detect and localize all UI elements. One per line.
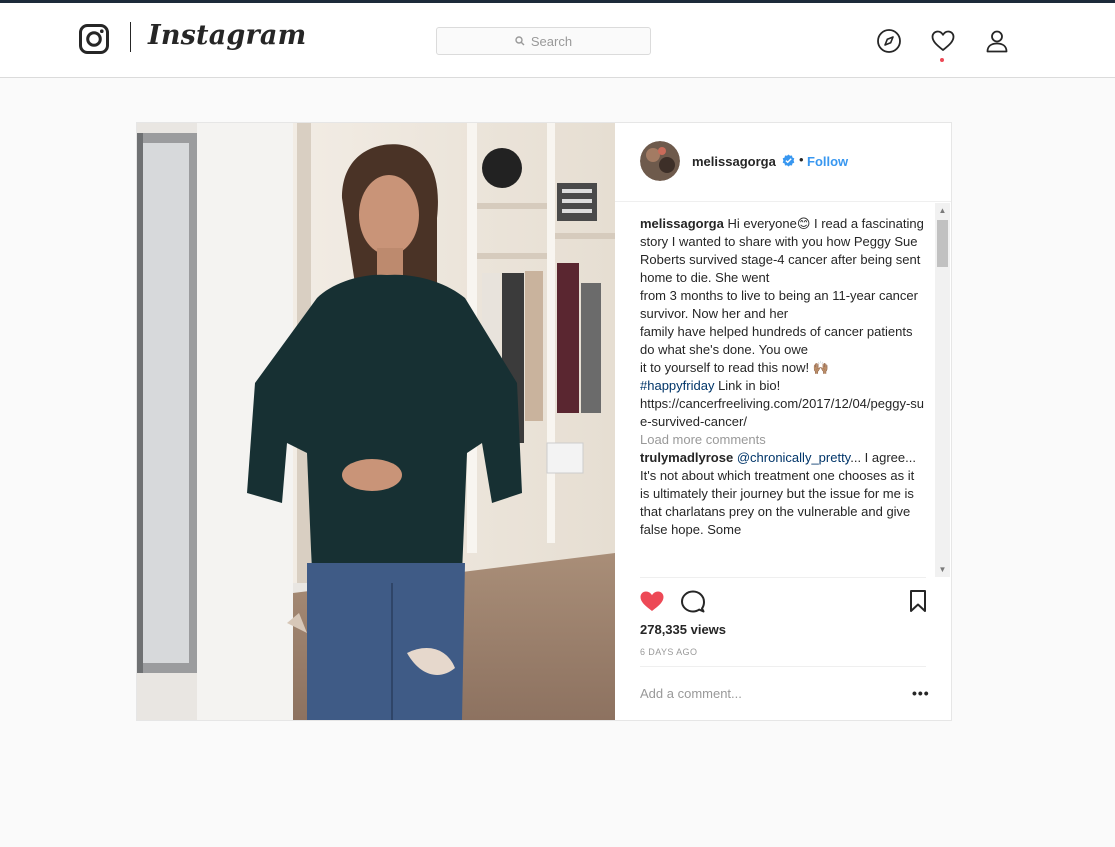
comment-author[interactable]: trulymadlyrose — [640, 450, 733, 465]
avatar[interactable] — [640, 141, 680, 181]
heart-icon[interactable] — [930, 28, 956, 54]
caption-line-5: it to yourself to read this now! 🙌🏽 — [640, 360, 829, 375]
post-details-panel: melissagorga • Follow melissagorga Hi ev… — [615, 123, 951, 720]
comment-mention[interactable]: @chronically_pretty — [737, 450, 850, 465]
load-more-comments-button[interactable]: Load more comments — [640, 431, 925, 449]
caption-line-4: family have helped hundreds of cancer pa… — [640, 324, 913, 357]
post-card: melissagorga • Follow melissagorga Hi ev… — [136, 122, 952, 721]
comments-list: melissagorga Hi everyone😊 I read a fasci… — [640, 215, 925, 577]
view-count[interactable]: 278,335 views — [640, 622, 726, 637]
post-photo[interactable] — [137, 123, 615, 720]
scroll-down-icon[interactable]: ▼ — [935, 562, 950, 577]
post-image — [137, 123, 615, 720]
scroll-thumb[interactable] — [937, 220, 948, 267]
notification-dot — [940, 58, 944, 62]
comment-icon[interactable] — [680, 589, 706, 613]
follow-button[interactable]: Follow — [807, 154, 848, 169]
verified-badge-icon — [782, 154, 795, 167]
bookmark-icon[interactable] — [905, 589, 931, 613]
post-header: melissagorga • Follow — [615, 123, 951, 202]
caption-line-3: from 3 months to live to being an 11-yea… — [640, 288, 918, 321]
post-author-username[interactable]: melissagorga — [692, 154, 776, 169]
divider — [640, 666, 926, 667]
comment-item: trulymadlyrose @chronically_pretty... I … — [640, 449, 925, 539]
post-timestamp[interactable]: 6 DAYS AGO — [640, 647, 697, 657]
hashtag-link[interactable]: #happyfriday — [640, 378, 714, 393]
profile-icon[interactable] — [984, 28, 1010, 54]
logo-divider — [130, 22, 131, 52]
compass-icon[interactable] — [876, 28, 902, 54]
instagram-wordmark[interactable]: Instagram — [148, 20, 306, 51]
search-placeholder: Search — [530, 33, 573, 49]
search-input[interactable]: Search — [436, 27, 651, 55]
search-icon — [515, 36, 525, 46]
caption-url: https://cancerfreeliving.com/2017/12/04/… — [640, 396, 925, 429]
separator-dot: • — [799, 152, 804, 167]
comments-scrollbar[interactable]: ▲ ▼ — [935, 203, 950, 577]
like-heart-icon[interactable] — [639, 589, 665, 613]
caption: melissagorga Hi everyone😊 I read a fasci… — [640, 215, 925, 431]
caption-line-2: Roberts survived stage-4 cancer after be… — [640, 252, 921, 285]
add-comment-input[interactable]: Add a comment... — [640, 686, 742, 701]
top-navigation-bar: Instagram Search — [0, 0, 1115, 78]
caption-link-text: Link in bio! — [714, 378, 781, 393]
window-top-strip — [0, 0, 1115, 3]
scroll-up-icon[interactable]: ▲ — [935, 203, 950, 218]
more-options-button[interactable]: ••• — [912, 685, 930, 701]
divider — [640, 577, 926, 578]
caption-author[interactable]: melissagorga — [640, 216, 724, 231]
instagram-logo-icon[interactable] — [79, 24, 109, 54]
